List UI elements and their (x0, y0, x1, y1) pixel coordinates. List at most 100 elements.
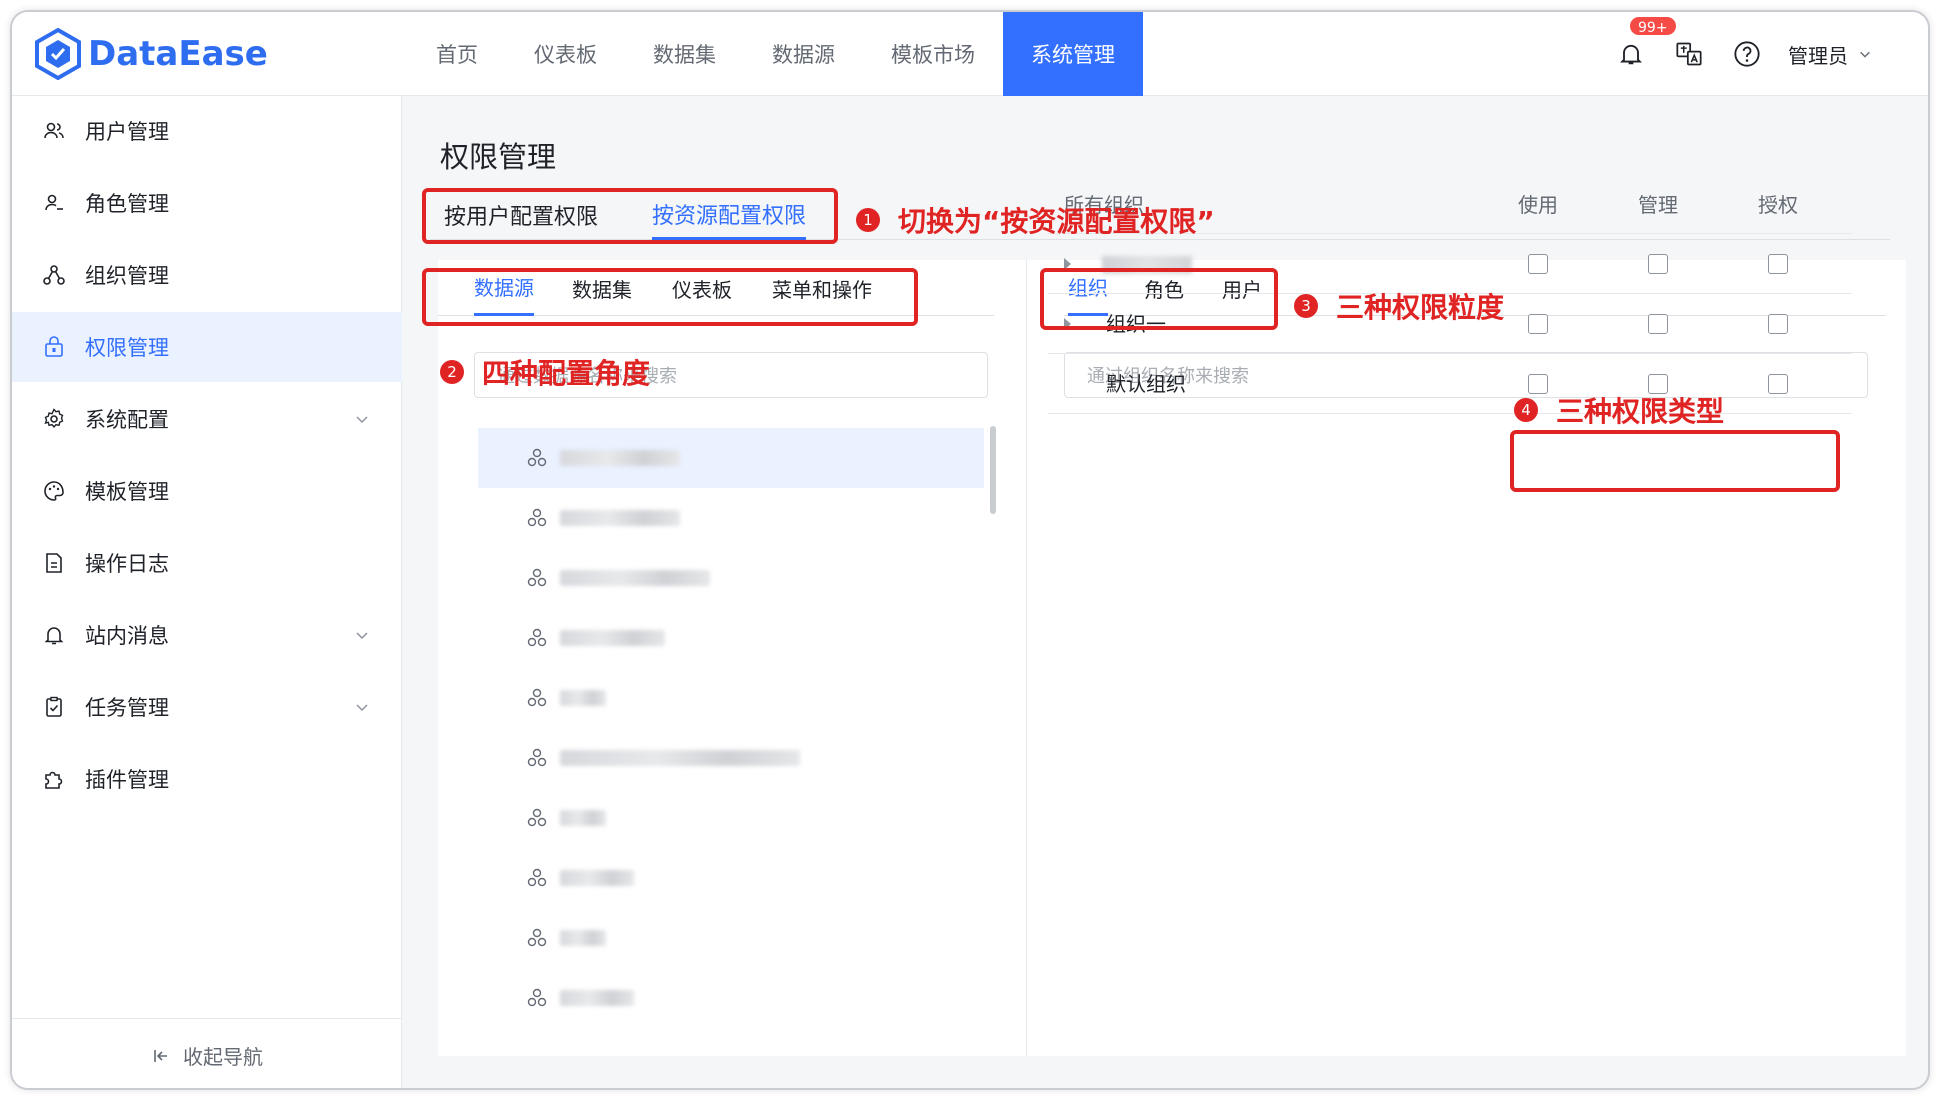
chevron-down-icon (1860, 51, 1870, 58)
list-item[interactable] (478, 848, 984, 908)
sidebar-item-plugins[interactable]: 插件管理 (12, 744, 402, 814)
annotation-1: 1 切换为“按资源配置权限” (856, 200, 1215, 240)
datasource-icon (527, 988, 547, 1007)
checkbox-manage[interactable] (1648, 254, 1668, 274)
checkbox-grant[interactable] (1768, 254, 1788, 274)
panel-divider (1026, 260, 1027, 1056)
sidebar-item-roles[interactable]: 角色管理 (12, 168, 402, 238)
nav-system-management[interactable]: 系统管理 (1003, 12, 1143, 96)
notification-badge: 99+ (1628, 15, 1678, 37)
user-menu[interactable]: 管理员 (1788, 40, 1872, 69)
sidebar-item-label: 组织管理 (85, 264, 169, 288)
org-icon (43, 265, 65, 285)
annotation-2: 2 四种配置角度 (440, 352, 650, 392)
sidebar-item-label: 任务管理 (85, 696, 169, 720)
blurred-name (560, 750, 800, 766)
top-nav: 首页 仪表板 数据集 数据源 模板市场 系统管理 (408, 12, 1143, 96)
notification-button[interactable]: 99+ (1614, 15, 1678, 71)
column-use: 使用 (1518, 193, 1558, 217)
role-icon (45, 194, 63, 211)
sidebar-item-label: 权限管理 (85, 336, 169, 360)
user-icon (44, 122, 64, 139)
nav-dashboard[interactable]: 仪表板 (506, 12, 625, 96)
checkbox-manage[interactable] (1648, 314, 1668, 334)
sidebar-item-users[interactable]: 用户管理 (12, 96, 402, 166)
chevron-down-icon (356, 416, 368, 424)
datasource-icon (527, 508, 547, 527)
list-item[interactable] (478, 608, 984, 668)
blurred-name (560, 450, 680, 466)
sidebar-item-label: 用户管理 (85, 120, 169, 144)
checkbox-grant[interactable] (1768, 314, 1788, 334)
datasource-icon (527, 568, 547, 587)
brand-name: DataEase (88, 34, 268, 74)
plugin-icon (45, 771, 63, 789)
annotation-number: 3 (1294, 294, 1318, 318)
annotation-box-mode-tabs (422, 188, 838, 244)
list-item[interactable] (478, 668, 984, 728)
collapse-icon (154, 1049, 167, 1062)
list-item[interactable] (478, 968, 984, 1028)
nav-datasource[interactable]: 数据源 (744, 12, 863, 96)
list-item[interactable] (478, 488, 984, 548)
sidebar-item-system-config[interactable]: 系统配置 (12, 384, 402, 454)
help-button[interactable] (1730, 37, 1764, 71)
blurred-name (560, 570, 710, 586)
header-actions: 99+ 管理员 (1590, 12, 1872, 96)
sidebar-item-label: 模板管理 (85, 480, 169, 504)
annotation-text: 三种权限类型 (1556, 395, 1725, 428)
list-item[interactable] (478, 428, 984, 488)
list-scrollbar[interactable] (990, 426, 996, 514)
org-name: 默认组织 (1106, 372, 1186, 396)
checkbox-use[interactable] (1528, 314, 1548, 334)
bell-icon (1619, 44, 1643, 65)
doc-icon (46, 553, 62, 573)
datasource-icon (527, 688, 547, 707)
blurred-name (560, 630, 665, 646)
sidebar-item-label: 系统配置 (85, 408, 169, 432)
datasource-icon (527, 448, 547, 467)
nav-home[interactable]: 首页 (408, 12, 506, 96)
list-item[interactable] (478, 788, 984, 848)
datasource-icon (527, 928, 547, 947)
top-header: DataEase 首页 仪表板 数据集 数据源 模板市场 系统管理 99+ 管理… (12, 12, 1928, 96)
sidebar-item-messages[interactable]: 站内消息 (12, 600, 402, 670)
checkbox-use[interactable] (1528, 254, 1548, 274)
lock-icon (45, 336, 63, 357)
list-item[interactable] (478, 908, 984, 968)
datasource-icon (527, 748, 547, 767)
user-name: 管理员 (1788, 43, 1848, 68)
sidebar-item-organizations[interactable]: 组织管理 (12, 240, 402, 310)
chevron-down-icon (356, 704, 368, 712)
blurred-name (560, 810, 606, 826)
datasource-icon (527, 628, 547, 647)
clipboard-icon (46, 696, 62, 717)
annotation-text: 切换为“按资源配置权限” (898, 205, 1215, 238)
annotation-box-granularity-tabs (1040, 268, 1278, 330)
bell-icon (44, 627, 64, 645)
sidebar-item-operation-log[interactable]: 操作日志 (12, 528, 402, 598)
list-item[interactable] (478, 728, 984, 788)
list-item[interactable] (478, 548, 984, 608)
logo[interactable]: DataEase (34, 28, 268, 80)
nav-template-market[interactable]: 模板市场 (863, 12, 1003, 96)
annotation-text: 三种权限粒度 (1336, 291, 1505, 324)
nav-dataset[interactable]: 数据集 (625, 12, 744, 96)
collapse-nav-button[interactable]: 收起导航 (12, 1018, 402, 1088)
annotation-4: 4 三种权限类型 (1514, 390, 1724, 430)
annotation-text: 四种配置角度 (482, 357, 651, 390)
annotation-number: 1 (856, 208, 880, 232)
app-window: DataEase 首页 仪表板 数据集 数据源 模板市场 系统管理 99+ 管理… (10, 10, 1930, 1090)
sidebar-item-templates[interactable]: 模板管理 (12, 456, 402, 526)
translate-icon (1676, 42, 1702, 66)
page-title: 权限管理 (440, 140, 557, 174)
language-button[interactable] (1672, 37, 1706, 71)
checkbox-grant[interactable] (1768, 374, 1788, 394)
sidebar-item-label: 角色管理 (85, 192, 169, 216)
blurred-name (560, 510, 680, 526)
sidebar-item-permissions[interactable]: 权限管理 (12, 312, 402, 382)
sidebar-item-tasks[interactable]: 任务管理 (12, 672, 402, 742)
annotation-box-permission-types (1510, 430, 1840, 492)
table-row: 默认组织 (1048, 354, 1852, 414)
annotation-number: 4 (1514, 398, 1538, 422)
